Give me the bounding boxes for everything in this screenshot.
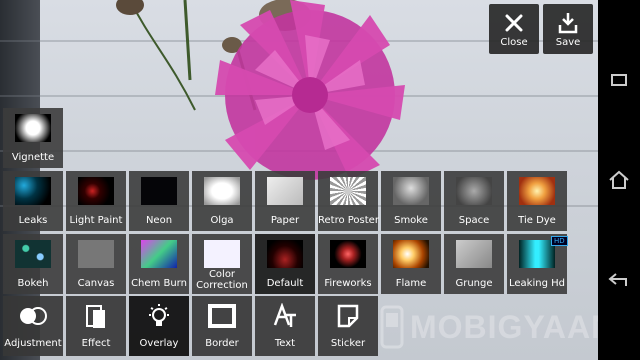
overlay-label: Vignette [11, 152, 55, 163]
overlay-label: Paper [270, 215, 300, 226]
color-correction-thumbnail [204, 240, 240, 268]
overlay-label: Light Paint [69, 215, 123, 226]
overlay-canvas[interactable]: Canvas [66, 234, 126, 294]
overlay-leaking-hd[interactable]: HD Leaking Hd [507, 234, 568, 294]
home-button[interactable] [598, 160, 640, 200]
tool-effect[interactable]: Effect [66, 296, 126, 356]
overlay-label: Leaks [18, 215, 48, 226]
adjustment-icon [18, 302, 48, 330]
tool-overlay[interactable]: Overlay [129, 296, 189, 356]
phone-logo-icon [380, 305, 404, 349]
overlay-bokeh[interactable]: Bokeh [3, 234, 63, 294]
overlay-light-paint[interactable]: Light Paint [66, 171, 126, 231]
tool-bar: Adjustment Effect Overlay Border Text St… [3, 296, 381, 358]
save-icon [558, 13, 578, 34]
paper-thumbnail [267, 177, 303, 205]
tool-label: Text [274, 338, 296, 349]
overlay-chem-burn[interactable]: Chem Burn [129, 234, 189, 294]
retro-poster-thumbnail [330, 177, 366, 205]
overlay-olga[interactable]: Olga [192, 171, 252, 231]
overlay-label: Olga [210, 215, 234, 226]
tool-label: Overlay [139, 338, 179, 349]
text-icon [270, 302, 300, 330]
overlay-panel: Vignette Leaks Light Paint Neon Olga Pap… [3, 108, 593, 294]
leaking-hd-thumbnail [519, 240, 555, 268]
tool-adjustment[interactable]: Adjustment [3, 296, 63, 356]
olga-thumbnail [204, 177, 240, 205]
overlay-smoke[interactable]: Smoke [381, 171, 441, 231]
bokeh-thumbnail [15, 240, 51, 268]
overlay-vignette[interactable]: Vignette [3, 108, 63, 168]
border-icon [207, 302, 237, 330]
tool-sticker[interactable]: Sticker [318, 296, 378, 356]
close-label: Close [500, 37, 528, 48]
overlay-label: Leaking Hd [509, 278, 565, 289]
tool-border[interactable]: Border [192, 296, 252, 356]
space-thumbnail [456, 177, 492, 205]
leaks-thumbnail [15, 177, 51, 205]
canvas-thumbnail [78, 240, 114, 268]
chem-burn-thumbnail [141, 240, 177, 268]
overlay-retro-poster[interactable]: Retro Poster [318, 171, 379, 231]
tool-label: Adjustment [4, 338, 62, 349]
overlay-label: Neon [145, 215, 173, 226]
back-icon [608, 273, 627, 286]
overlay-neon[interactable]: Neon [129, 171, 189, 231]
save-label: Save [555, 37, 581, 48]
overlay-label: Bokeh [17, 278, 49, 289]
overlay-flame[interactable]: Flame [381, 234, 441, 294]
overlay-label: Fireworks [324, 278, 372, 289]
overlay-icon [144, 302, 174, 330]
overlay-label: Canvas [77, 278, 115, 289]
overlay-label: Tie Dye [518, 215, 556, 226]
smoke-thumbnail [393, 177, 429, 205]
overlay-label: Grunge [455, 278, 493, 289]
light-paint-thumbnail [78, 177, 114, 205]
overlay-space[interactable]: Space [444, 171, 504, 231]
tool-label: Sticker [330, 338, 366, 349]
overlay-color-correction[interactable]: Color Correction [192, 234, 252, 294]
overlay-label: Flame [395, 278, 427, 289]
system-nav-bar [598, 0, 640, 360]
close-icon [505, 14, 523, 32]
overlay-label: Smoke [394, 215, 428, 226]
sticker-icon [333, 302, 363, 330]
home-icon [609, 170, 629, 189]
vignette-thumbnail [15, 114, 51, 142]
save-button[interactable]: Save [543, 4, 593, 54]
tool-label: Border [205, 338, 239, 349]
overlay-default[interactable]: Default [255, 234, 315, 294]
effect-icon [81, 302, 111, 330]
overlay-leaks[interactable]: Leaks [3, 171, 63, 231]
overlay-label: Retro Poster [318, 215, 379, 226]
overlay-label: Space [458, 215, 490, 226]
overlay-label: Color Correction [196, 269, 248, 291]
overlay-grunge[interactable]: Grunge [444, 234, 504, 294]
tool-text[interactable]: Text [255, 296, 315, 356]
overlay-fireworks[interactable]: Fireworks [318, 234, 378, 294]
watermark: MOBIGYAAN [378, 302, 615, 352]
overlay-paper[interactable]: Paper [255, 171, 315, 231]
hd-badge: HD [551, 236, 568, 246]
flame-thumbnail [393, 240, 429, 268]
recent-apps-button[interactable] [598, 60, 640, 100]
back-button[interactable] [598, 260, 640, 300]
tool-label: Effect [81, 338, 111, 349]
overlay-label: Chem Burn [131, 278, 187, 289]
overlay-label: Default [266, 278, 304, 289]
grunge-thumbnail [456, 240, 492, 268]
close-button[interactable]: Close [489, 4, 539, 54]
overlay-tie-dye[interactable]: Tie Dye [507, 171, 567, 231]
tie-dye-thumbnail [519, 177, 555, 205]
default-thumbnail [267, 240, 303, 268]
fireworks-thumbnail [330, 240, 366, 268]
watermark-text: MOBIGYAAN [410, 308, 616, 345]
recent-apps-icon [611, 74, 627, 86]
neon-thumbnail [141, 177, 177, 205]
